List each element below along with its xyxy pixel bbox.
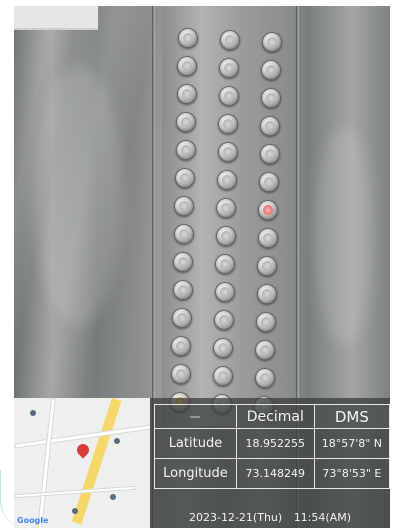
elevator-button-icon — [256, 312, 276, 332]
coordinates-header-row: Decimal DMS — [154, 404, 390, 429]
map-poi-icon — [114, 438, 120, 444]
latitude-label: Latitude — [154, 428, 237, 459]
elevator-button-icon — [214, 282, 235, 302]
location-pin-icon — [74, 441, 92, 459]
latitude-row: Latitude 18.952255 18°57'8" N — [154, 428, 390, 459]
elevator-button-icon — [172, 280, 193, 300]
map-poi-icon — [30, 410, 36, 416]
elevator-button-icon — [214, 310, 234, 330]
header-blank-cell — [154, 404, 237, 429]
longitude-label: Longitude — [154, 458, 237, 489]
elevator-button-icon — [259, 172, 279, 192]
elevator-button-icon — [215, 226, 236, 246]
geo-stamp-overlay: Decimal DMS Latitude 18.952255 18°57'8" … — [150, 398, 390, 528]
header-dms: DMS — [313, 404, 390, 429]
elevator-button-icon — [212, 366, 233, 386]
latitude-dms: 18°57'8" N — [313, 428, 390, 459]
longitude-dms: 73°8'53" E — [313, 458, 390, 489]
elevator-button-icon — [172, 308, 192, 328]
map-poi-icon — [72, 508, 78, 514]
light-reflection — [314, 126, 374, 346]
photo-frame: Google Decimal DMS Latitude 18.952255 18… — [14, 6, 390, 528]
map-road — [71, 398, 122, 525]
elevator-button-icon — [256, 284, 277, 304]
timestamp-date: 2023-12-21(Thu) — [189, 511, 283, 524]
elevator-button-icon — [173, 224, 194, 244]
blank-marker — [190, 415, 201, 418]
elevator-button-icon — [218, 86, 239, 106]
light-reflection — [34, 66, 124, 326]
elevator-button-icon — [257, 228, 278, 248]
coordinates-table: Decimal DMS Latitude 18.952255 18°57'8" … — [154, 404, 390, 489]
longitude-row: Longitude 73.148249 73°8'53" E — [154, 458, 390, 489]
elevator-button-icon — [220, 30, 240, 50]
elevator-button-icon — [175, 140, 196, 160]
elevator-button-icon — [175, 168, 195, 188]
wall-sticker — [14, 6, 98, 30]
elevator-button-icon — [254, 368, 275, 388]
timestamp-time: 11:54(AM) — [293, 511, 351, 524]
elevator-button-icon — [259, 144, 280, 164]
header-decimal: Decimal — [235, 404, 315, 429]
elevator-button-icon — [178, 28, 198, 48]
longitude-decimal: 73.148249 — [235, 458, 315, 489]
latitude-decimal: 18.952255 — [235, 428, 315, 459]
elevator-button-icon — [260, 88, 281, 108]
elevator-button-icon — [170, 364, 191, 384]
elevator-button-icon — [217, 170, 237, 190]
timestamp: 2023-12-21(Thu) 11:54(AM) — [150, 511, 390, 524]
map-poi-icon — [110, 494, 116, 500]
elevator-button-icon — [262, 32, 282, 52]
elevator-button-icon — [217, 142, 238, 162]
decorative-curve — [0, 470, 41, 530]
elevator-button-icon — [176, 84, 197, 104]
